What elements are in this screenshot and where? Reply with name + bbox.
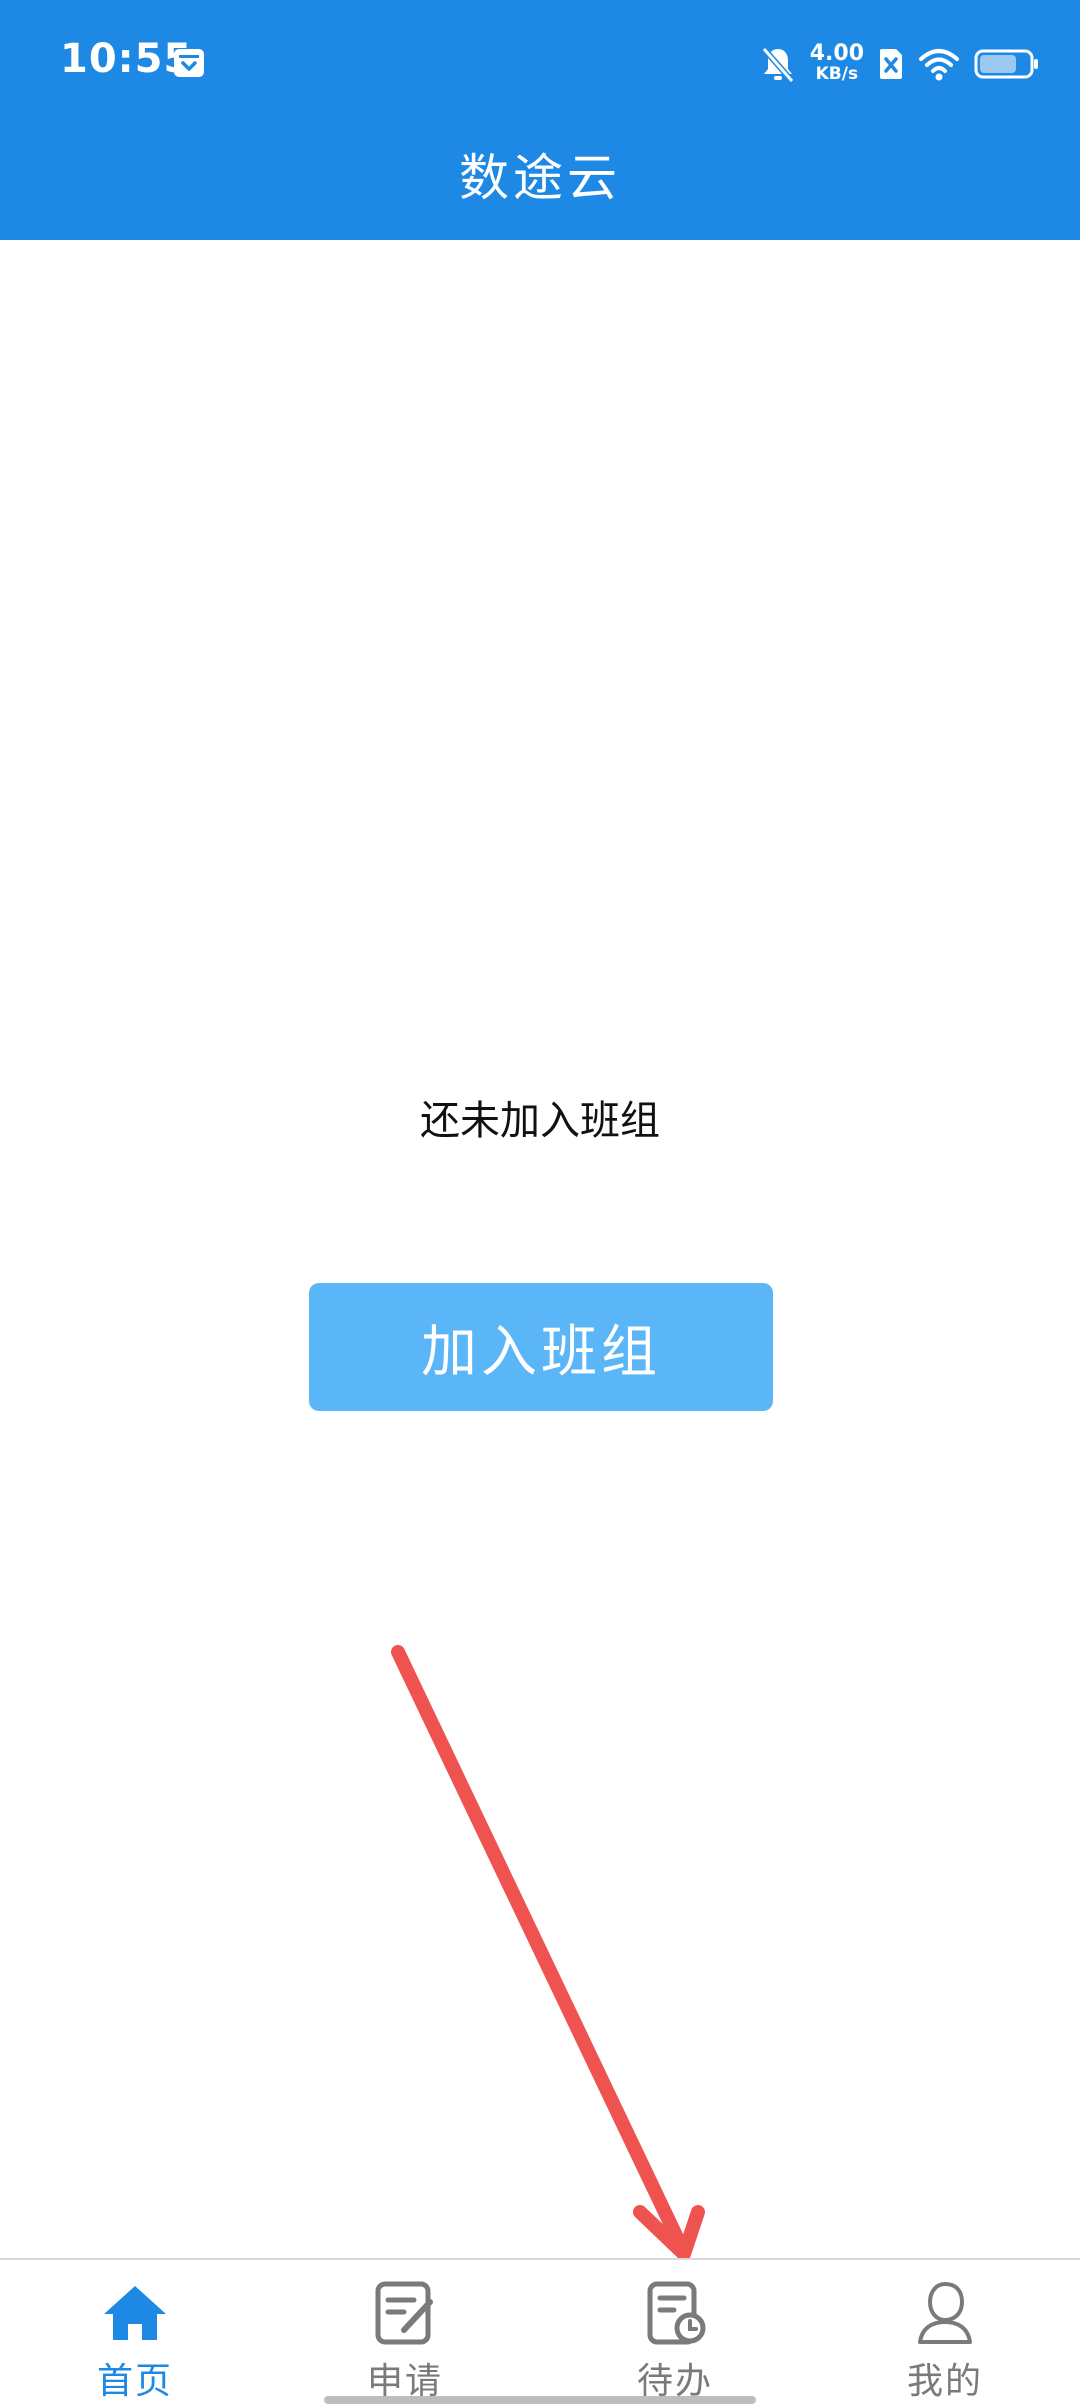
nav-item-mine[interactable]: 我的 [810, 2260, 1080, 2408]
empty-state-message: 还未加入班组 [420, 1098, 660, 1144]
app-title: 数途云 [459, 149, 621, 207]
wifi-icon [919, 49, 959, 81]
todo-clock-icon [647, 2281, 706, 2345]
home-indicator[interactable] [324, 2396, 756, 2404]
bottom-navigation: 首页 申请 待办 我的 [0, 2258, 1080, 2408]
annotation-arrow-icon [391, 1645, 705, 2261]
nav-label-home: 首页 [96, 2361, 173, 2402]
sim-disabled-icon [880, 49, 902, 79]
user-icon [918, 2281, 972, 2344]
network-speed: 4.00 KB/s [809, 41, 864, 85]
nav-item-todo[interactable]: 待办 [540, 2260, 810, 2408]
header: 10:55 4.00 KB/s 数途云 [0, 0, 1080, 240]
screen: 10:55 4.00 KB/s 数途云 还未加入班组 加入班组 首页 申请 待办… [0, 0, 1080, 2408]
nav-item-apply[interactable]: 申请 [270, 2260, 540, 2408]
bell-muted-icon [761, 47, 794, 83]
status-icons: 4.00 KB/s [760, 40, 1040, 88]
battery-icon [974, 49, 1038, 79]
nav-item-home[interactable]: 首页 [0, 2260, 270, 2408]
home-icon [104, 2286, 166, 2340]
join-team-button[interactable]: 加入班组 [309, 1283, 773, 1411]
network-speed-unit: KB/s [815, 64, 859, 84]
nav-label-mine: 我的 [906, 2361, 983, 2402]
network-speed-value: 4.00 [809, 41, 864, 66]
calendar-notification-icon [174, 49, 204, 77]
status-bar: 10:55 4.00 KB/s [0, 0, 1080, 128]
edit-form-icon [375, 2281, 433, 2345]
